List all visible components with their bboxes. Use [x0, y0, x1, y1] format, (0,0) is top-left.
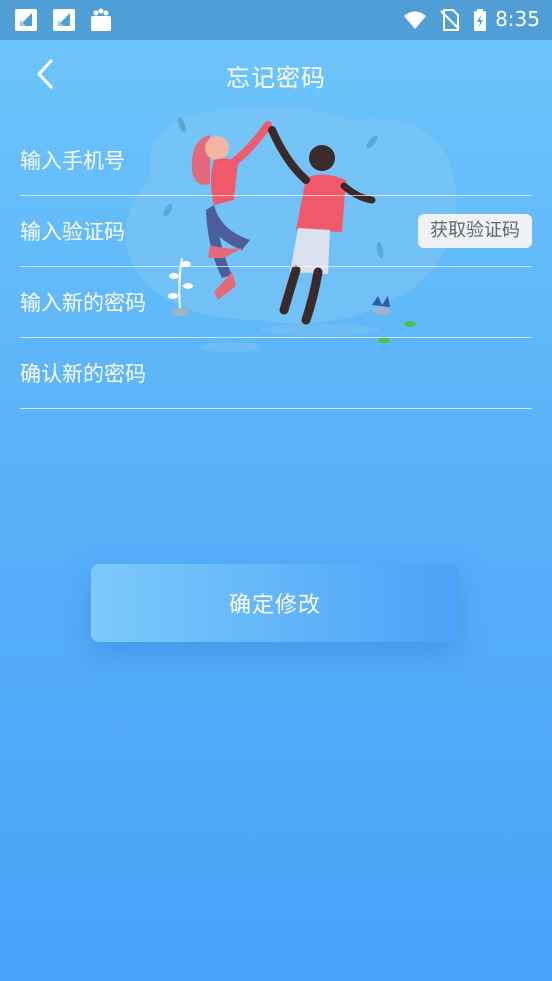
reset-password-form: 获取验证码: [20, 125, 532, 409]
confirm-modify-button[interactable]: 确定修改: [91, 564, 459, 642]
shopping-bag-icon: [91, 8, 111, 31]
page-title: 忘记密码: [226, 64, 326, 92]
confirm-button-wrapper: 确定修改: [91, 564, 459, 642]
get-code-button[interactable]: 获取验证码: [418, 214, 532, 248]
confirm-password-row: [20, 338, 532, 409]
confirm-password-input[interactable]: [20, 354, 532, 394]
app-notification-icon: [53, 9, 75, 31]
phone-input[interactable]: [20, 141, 532, 181]
new-password-row: [20, 267, 532, 338]
no-sim-icon: [440, 9, 460, 31]
battery-charging-icon: [474, 9, 486, 31]
title-bar: 忘记密码: [0, 40, 552, 108]
app-notification-icon: [15, 9, 37, 31]
status-bar: 8:35: [0, 0, 552, 40]
wifi-icon: [404, 11, 426, 29]
phone-row: [20, 125, 532, 196]
verification-code-input[interactable]: [20, 212, 400, 252]
status-time: 8:35: [495, 7, 540, 31]
code-row: 获取验证码: [20, 196, 532, 267]
new-password-input[interactable]: [20, 283, 532, 323]
